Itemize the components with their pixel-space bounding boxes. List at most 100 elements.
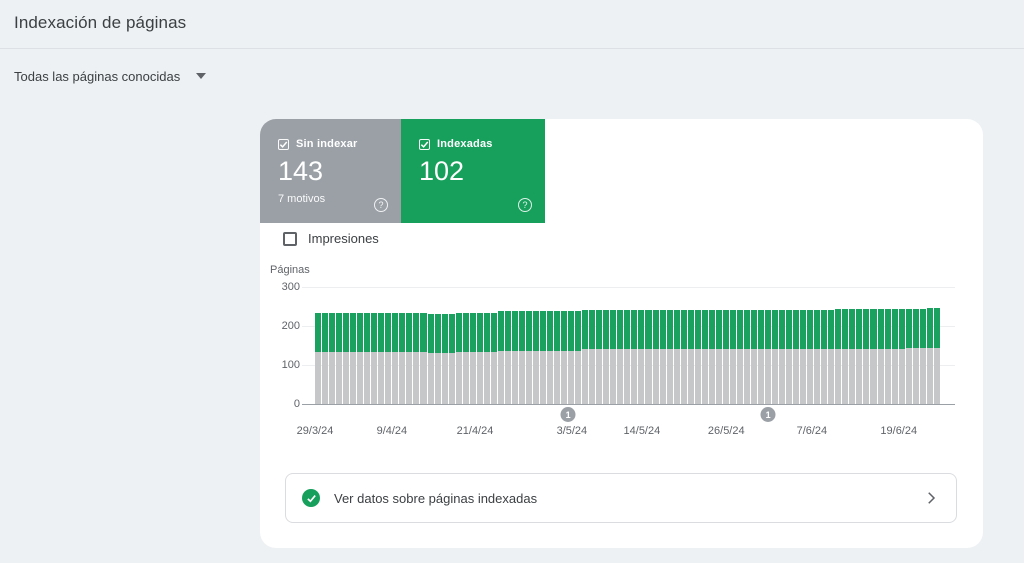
- bar-segment-not-indexed: [540, 351, 547, 404]
- bar-segment-not-indexed: [926, 348, 933, 404]
- bar-segment-indexed: [575, 311, 582, 352]
- bar-segment-indexed: [596, 310, 603, 350]
- bar-segment-not-indexed: [652, 349, 659, 404]
- stacked-bar: [849, 287, 856, 404]
- stacked-bar: [371, 287, 378, 404]
- stacked-bar: [856, 287, 863, 404]
- check-icon: [279, 141, 288, 148]
- bar-segment-not-indexed: [603, 349, 610, 404]
- stacked-bar: [772, 287, 779, 404]
- checkbox-unchecked-icon[interactable]: [283, 231, 297, 246]
- bar-segment-indexed: [603, 310, 610, 350]
- bar-segment-indexed: [336, 313, 343, 353]
- bar-segment-not-indexed: [919, 348, 926, 404]
- stacked-bar: [884, 287, 891, 404]
- stacked-bar: [821, 287, 828, 404]
- bar-segment-not-indexed: [434, 352, 441, 404]
- help-icon[interactable]: ?: [518, 198, 532, 212]
- x-tick-label: 21/4/24: [456, 425, 494, 437]
- bar-segment-indexed: [645, 310, 652, 350]
- stacked-bar: [736, 287, 743, 404]
- bar-segment-indexed: [715, 310, 722, 350]
- bar-segment-indexed: [659, 310, 666, 350]
- bar-segment-not-indexed: [525, 351, 532, 404]
- impressions-toggle[interactable]: Impresiones: [283, 231, 379, 246]
- check-icon: [306, 494, 316, 502]
- view-indexed-pages-link[interactable]: Ver datos sobre páginas indexadas: [285, 473, 957, 523]
- stacked-bar: [687, 287, 694, 404]
- stacked-bar: [434, 287, 441, 404]
- stacked-bar: [645, 287, 652, 404]
- bar-segment-indexed: [842, 309, 849, 349]
- bar-segment-not-indexed: [589, 349, 596, 404]
- bar-segment-not-indexed: [743, 349, 750, 404]
- bar-segment-indexed: [504, 311, 511, 352]
- bar-segment-indexed: [420, 313, 427, 353]
- bar-segment-not-indexed: [701, 349, 708, 404]
- bar-segment-indexed: [884, 309, 891, 349]
- stacked-bar: [420, 287, 427, 404]
- bar-segment-not-indexed: [659, 349, 666, 404]
- stacked-bar: [898, 287, 905, 404]
- bar-segment-not-indexed: [750, 349, 757, 404]
- stacked-bar: [582, 287, 589, 404]
- stacked-bar: [525, 287, 532, 404]
- bar-segment-indexed: [378, 313, 385, 353]
- checkbox-checked-icon[interactable]: [278, 138, 289, 150]
- stacked-bar: [786, 287, 793, 404]
- tile-indexed[interactable]: Indexadas 102 ?: [401, 119, 545, 223]
- x-tick-label: 7/6/24: [796, 425, 828, 437]
- bar-segment-not-indexed: [343, 352, 350, 404]
- stacked-bar: [413, 287, 420, 404]
- bar-segment-not-indexed: [322, 352, 329, 404]
- stacked-bar: [490, 287, 497, 404]
- bar-segment-indexed: [779, 309, 786, 349]
- bar-segment-not-indexed: [518, 351, 525, 404]
- bar-segment-not-indexed: [877, 348, 884, 404]
- stacked-bar: [729, 287, 736, 404]
- bar-segment-indexed: [532, 311, 539, 352]
- bar-segment-indexed: [863, 309, 870, 349]
- help-icon[interactable]: ?: [374, 198, 388, 212]
- stacked-bar: [814, 287, 821, 404]
- stacked-bar: [455, 287, 462, 404]
- stacked-bar: [631, 287, 638, 404]
- y-tick-label: 300: [281, 281, 300, 293]
- stacked-bar: [765, 287, 772, 404]
- bar-segment-not-indexed: [722, 349, 729, 404]
- stacked-bar: [568, 287, 575, 404]
- tile-not-indexed[interactable]: Sin indexar 143 7 motivos ?: [260, 119, 401, 223]
- bar-segment-indexed: [497, 311, 504, 352]
- bar-segment-indexed: [722, 310, 729, 350]
- bar-segment-not-indexed: [638, 349, 645, 404]
- y-tick-label: 100: [281, 359, 300, 371]
- bar-segment-indexed: [357, 313, 364, 353]
- impressions-label: Impresiones: [308, 231, 379, 246]
- stacked-bar: [870, 287, 877, 404]
- bar-segment-not-indexed: [835, 348, 842, 404]
- bar-segment-not-indexed: [800, 349, 807, 404]
- bar-segment-indexed: [547, 311, 554, 352]
- checkbox-checked-icon[interactable]: [419, 138, 430, 150]
- tile-indexed-value: 102: [419, 156, 465, 186]
- annotation-marker[interactable]: 1: [560, 407, 576, 422]
- stacked-bar: [708, 287, 715, 404]
- bar-segment-indexed: [315, 313, 322, 353]
- stacked-bar: [800, 287, 807, 404]
- bar-segment-not-indexed: [399, 352, 406, 404]
- bar-segment-not-indexed: [793, 349, 800, 404]
- bar-segment-not-indexed: [891, 348, 898, 404]
- bar-segment-not-indexed: [476, 351, 483, 404]
- stacked-bar: [336, 287, 343, 404]
- stacked-bar: [596, 287, 603, 404]
- bar-segment-not-indexed: [364, 352, 371, 404]
- bar-segment-indexed: [610, 310, 617, 350]
- bar-segment-indexed: [568, 311, 575, 352]
- bar-segment-not-indexed: [455, 351, 462, 404]
- bar-segment-indexed: [392, 313, 399, 353]
- annotation-marker[interactable]: 1: [760, 407, 776, 422]
- page-filter-dropdown[interactable]: Todas las páginas conocidas: [14, 66, 207, 86]
- bar-segment-not-indexed: [933, 348, 940, 404]
- stacked-bar: [462, 287, 469, 404]
- bar-segment-not-indexed: [511, 351, 518, 404]
